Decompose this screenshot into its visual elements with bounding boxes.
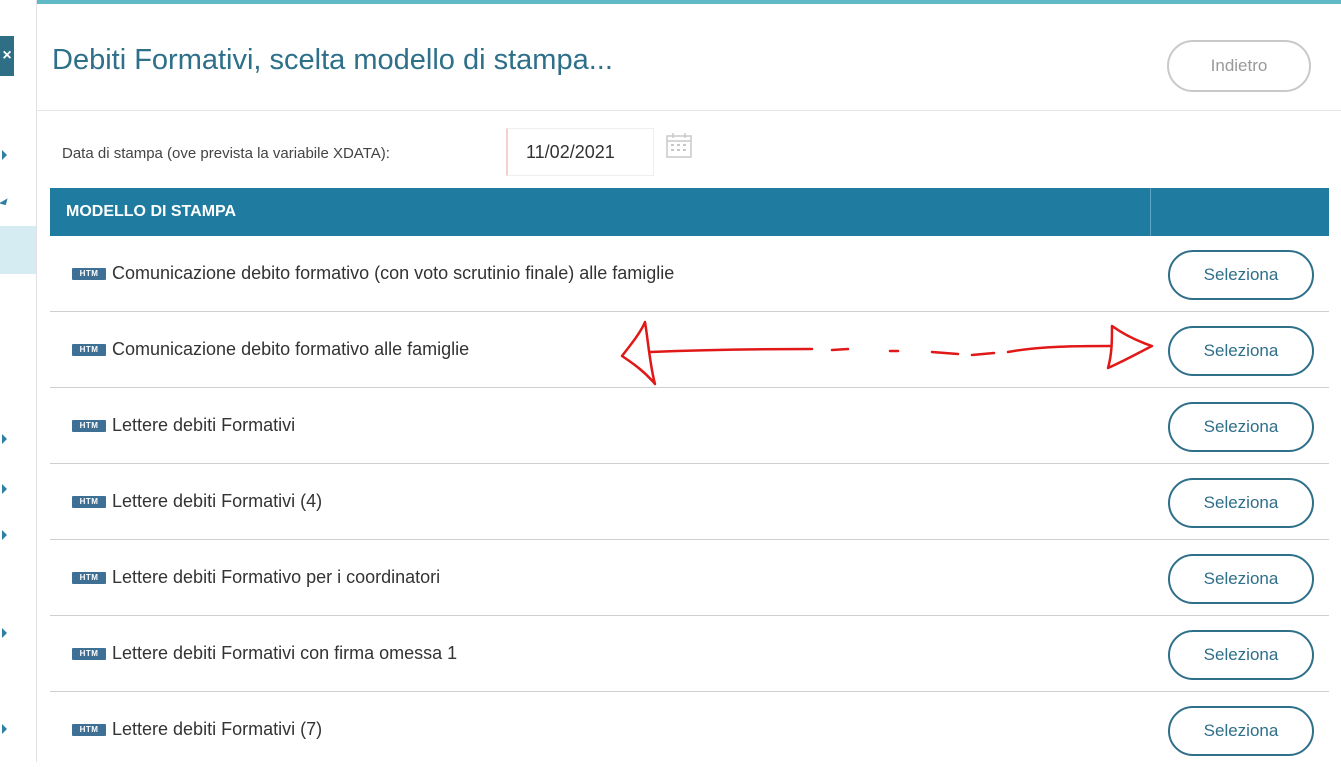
chevron-right-icon[interactable] <box>2 150 7 160</box>
select-button[interactable]: Seleziona <box>1168 554 1314 604</box>
model-name: Comunicazione debito formativo alle fami… <box>112 339 470 359</box>
row-label: HTM Comunicazione debito formativo (con v… <box>72 236 674 311</box>
table-row: HTM Comunicazione debito formativo (con v… <box>50 236 1329 312</box>
top-accent-bar <box>36 0 1341 4</box>
calendar-icon[interactable] <box>666 132 692 158</box>
column-header-model: MODELLO DI STAMPA <box>66 203 237 220</box>
select-button[interactable]: Seleziona <box>1168 706 1314 756</box>
htm-file-icon: HTM <box>72 267 106 280</box>
sidebar: × <box>0 0 37 762</box>
print-date-input[interactable]: 11/02/2021 <box>506 128 654 176</box>
page-title: Debiti Formativi, scelta modello di stam… <box>52 44 613 76</box>
close-icon[interactable]: × <box>0 36 14 76</box>
row-label: HTM Lettere debiti Formativi (7) <box>72 692 322 767</box>
chevron-right-icon[interactable] <box>2 484 7 494</box>
model-name: Lettere debiti Formativo per i coordinat… <box>112 567 441 587</box>
back-button[interactable]: Indietro <box>1167 40 1311 92</box>
chevron-right-icon[interactable] <box>2 434 7 444</box>
table-row: HTM Comunicazione debito formativo alle f… <box>50 312 1329 388</box>
table-row: HTM Lettere debiti Formativi (7) Selezion… <box>50 692 1329 767</box>
table-row: HTM Lettere debiti Formativo per i coordi… <box>50 540 1329 616</box>
chevron-right-icon[interactable] <box>2 628 7 638</box>
chevron-right-icon[interactable] <box>2 530 7 540</box>
htm-file-icon: HTM <box>72 723 106 736</box>
sidebar-active-item[interactable] <box>0 226 36 274</box>
row-label: HTM Comunicazione debito formativo alle f… <box>72 312 469 387</box>
htm-file-icon: HTM <box>72 571 106 584</box>
row-label: HTM Lettere debiti Formativo per i coordi… <box>72 540 440 615</box>
htm-file-icon: HTM <box>72 419 106 432</box>
select-button[interactable]: Seleziona <box>1168 402 1314 452</box>
chevron-down-icon[interactable] <box>0 198 11 208</box>
select-button[interactable]: Seleziona <box>1168 478 1314 528</box>
table-row: HTM Lettere debiti Formativi con firma om… <box>50 616 1329 692</box>
column-divider <box>1150 188 1151 236</box>
row-label: HTM Lettere debiti Formativi (4) <box>72 464 322 539</box>
select-button[interactable]: Seleziona <box>1168 326 1314 376</box>
model-name: Lettere debiti Formativi con firma omess… <box>112 643 458 663</box>
select-button[interactable]: Seleziona <box>1168 250 1314 300</box>
model-name: Lettere debiti Formativi <box>112 415 296 435</box>
htm-file-icon: HTM <box>72 647 106 660</box>
row-label: HTM Lettere debiti Formativi <box>72 388 295 463</box>
header-divider <box>36 110 1341 111</box>
model-name: Comunicazione debito formativo (con voto… <box>112 263 675 283</box>
print-model-table: MODELLO DI STAMPA HTM Comunicazione debit… <box>50 188 1329 767</box>
htm-file-icon: HTM <box>72 343 106 356</box>
table-header: MODELLO DI STAMPA <box>50 188 1329 236</box>
select-button[interactable]: Seleziona <box>1168 630 1314 680</box>
chevron-right-icon[interactable] <box>2 724 7 734</box>
table-row: HTM Lettere debiti Formativi Seleziona <box>50 388 1329 464</box>
row-label: HTM Lettere debiti Formativi con firma om… <box>72 616 457 691</box>
table-row: HTM Lettere debiti Formativi (4) Selezion… <box>50 464 1329 540</box>
model-name: Lettere debiti Formativi (7) <box>112 719 323 739</box>
htm-file-icon: HTM <box>72 495 106 508</box>
print-date-label: Data di stampa (ove prevista la variabil… <box>62 145 390 162</box>
model-name: Lettere debiti Formativi (4) <box>112 491 323 511</box>
